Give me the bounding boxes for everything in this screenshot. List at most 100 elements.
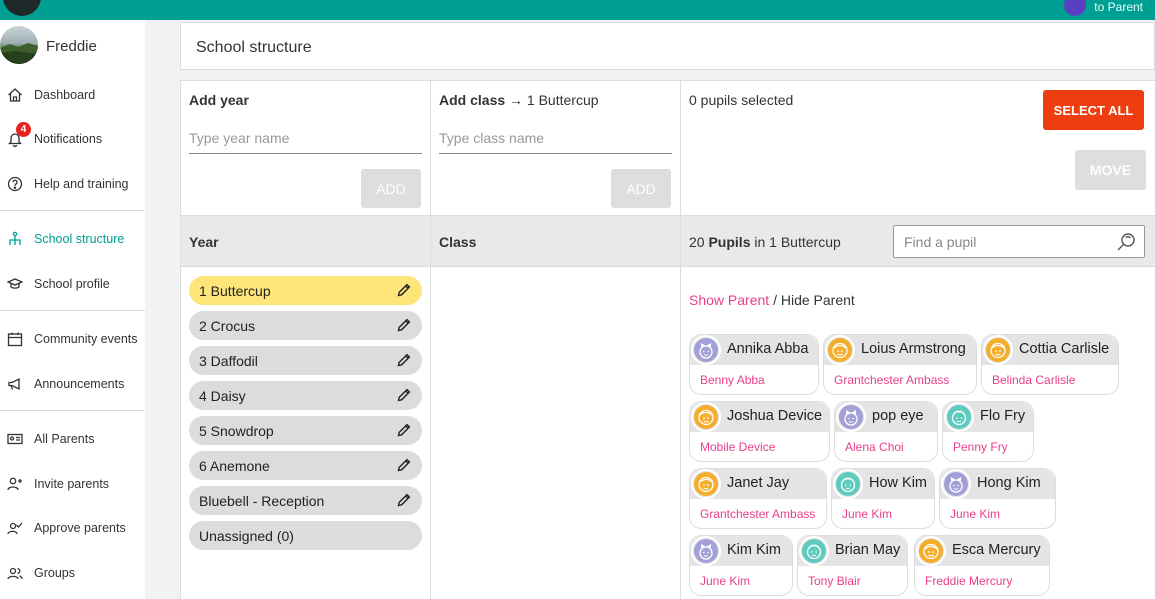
- parent-name-link[interactable]: June Kim: [950, 507, 1000, 521]
- notification-badge: 4: [16, 122, 31, 137]
- sidebar-item-announcements[interactable]: Announcements: [0, 370, 145, 398]
- parent-name-link[interactable]: Alena Choi: [845, 440, 904, 454]
- parent-toggle: Show Parent / Hide Parent: [689, 292, 855, 308]
- year-name: 4 Daisy: [199, 387, 246, 404]
- sidebar-item-label: Approve parents: [34, 521, 126, 535]
- app-logo[interactable]: [3, 0, 41, 16]
- pupil-card[interactable]: Janet Jay Grantchester Ambass: [689, 468, 827, 529]
- year-item[interactable]: 3 Daffodil: [189, 346, 422, 375]
- question-circle-icon: [7, 176, 23, 192]
- year-header-label: Year: [189, 234, 219, 250]
- pupil-name: Flo Fry: [980, 408, 1026, 424]
- parent-name-link[interactable]: Freddie Mercury: [925, 574, 1012, 588]
- pupils-panel: 0 pupils selected SELECT ALL MOVE 20 Pup…: [680, 80, 1155, 599]
- select-all-button[interactable]: SELECT ALL: [1043, 90, 1144, 130]
- year-panel: Add year ADD Year 1 Buttercup 2 Crocus 3 D…: [180, 80, 430, 599]
- year-name-input[interactable]: [189, 123, 422, 154]
- pupils-count: 20 Pupils in 1 Buttercup: [689, 234, 841, 250]
- pupil-name: Kim Kim: [727, 542, 781, 558]
- pupil-card[interactable]: pop eye Alena Choi: [834, 401, 938, 462]
- pupil-card[interactable]: Loius Armstrong Grantchester Ambass: [823, 334, 977, 395]
- id-card-icon: [7, 431, 23, 447]
- arrow-right-icon: →: [509, 92, 524, 108]
- pupils-column-header: 20 Pupils in 1 Buttercup: [681, 216, 1155, 267]
- move-button[interactable]: MOVE: [1075, 150, 1146, 190]
- year-name: 5 Snowdrop: [199, 422, 274, 439]
- add-user-icon: [7, 476, 23, 492]
- year-item[interactable]: 1 Buttercup: [189, 276, 422, 305]
- megaphone-icon: [7, 376, 23, 392]
- parent-name-link[interactable]: Penny Fry: [953, 440, 1008, 454]
- pupil-card[interactable]: Cottia Carlisle Belinda Carlisle: [981, 334, 1119, 395]
- pupil-name: Joshua Device: [727, 408, 823, 424]
- pencil-icon[interactable]: [396, 387, 412, 403]
- sidebar-item-groups[interactable]: Groups: [0, 559, 145, 587]
- year-name: 2 Crocus: [199, 317, 256, 334]
- parent-name-link[interactable]: Grantchester Ambass: [700, 507, 815, 521]
- calendar-icon: [7, 331, 23, 347]
- sidebar-item-label: School structure: [34, 232, 125, 246]
- pupil-card[interactable]: How Kim June Kim: [831, 468, 935, 529]
- parent-name-link[interactable]: Grantchester Ambass: [834, 373, 949, 387]
- parent-name-link[interactable]: June Kim: [842, 507, 892, 521]
- hide-parent-link[interactable]: Hide Parent: [781, 292, 855, 308]
- parent-name-link[interactable]: Belinda Carlisle: [992, 373, 1075, 387]
- selection-section: 0 pupils selected SELECT ALL MOVE: [681, 80, 1155, 216]
- pupil-card[interactable]: Joshua Device Mobile Device: [689, 401, 830, 462]
- pencil-icon[interactable]: [396, 492, 412, 508]
- pupil-card[interactable]: Hong Kim June Kim: [939, 468, 1056, 529]
- sidebar-item-community-events[interactable]: Community events: [0, 325, 145, 353]
- year-name: 6 Anemone: [199, 457, 270, 474]
- add-class-target: 1 Buttercup: [526, 92, 599, 108]
- user-profile[interactable]: Freddie: [0, 26, 145, 66]
- add-year-button[interactable]: ADD: [361, 169, 421, 208]
- year-item[interactable]: 4 Daisy: [189, 381, 422, 410]
- switch-to-parent-button[interactable]: to Parent: [1064, 0, 1143, 16]
- pupil-name: Loius Armstrong: [861, 341, 966, 357]
- pencil-icon[interactable]: [396, 457, 412, 473]
- girl-face-icon: [836, 402, 866, 432]
- sidebar-item-school-structure[interactable]: School structure: [0, 225, 145, 253]
- parent-name-link[interactable]: June Kim: [700, 574, 750, 588]
- pupil-card[interactable]: Kim Kim June Kim: [689, 535, 793, 596]
- pencil-icon[interactable]: [396, 422, 412, 438]
- year-item[interactable]: Unassigned (0): [189, 521, 422, 550]
- year-name: 3 Daffodil: [199, 352, 258, 369]
- pupil-name: Brian May: [835, 542, 901, 558]
- pupil-card[interactable]: Flo Fry Penny Fry: [942, 401, 1034, 462]
- parent-name-link[interactable]: Benny Abba: [700, 373, 765, 387]
- class-header-label: Class: [439, 234, 477, 250]
- class-name-input[interactable]: [439, 123, 672, 154]
- teal-face-icon: [944, 402, 974, 432]
- sidebar-item-label: Invite parents: [34, 477, 110, 491]
- pupil-name: pop eye: [872, 408, 924, 424]
- sidebar-item-help[interactable]: Help and training: [0, 170, 145, 198]
- sidebar-item-all-parents[interactable]: All Parents: [0, 425, 145, 453]
- pupil-card[interactable]: Brian May Tony Blair: [797, 535, 908, 596]
- year-item[interactable]: 6 Anemone: [189, 451, 422, 480]
- girl-face-icon: [941, 469, 971, 499]
- approve-user-icon: [7, 520, 23, 536]
- pupil-card[interactable]: Esca Mercury Freddie Mercury: [914, 535, 1050, 596]
- pencil-icon[interactable]: [396, 352, 412, 368]
- year-item[interactable]: 5 Snowdrop: [189, 416, 422, 445]
- sidebar-item-notifications[interactable]: 4 Notifications: [0, 122, 145, 153]
- sidebar-item-label: Groups: [34, 566, 75, 580]
- year-item[interactable]: Bluebell - Reception: [189, 486, 422, 515]
- parent-name-link[interactable]: Mobile Device: [700, 440, 775, 454]
- class-panel: Add class → 1 Buttercup ADD Class: [430, 80, 680, 599]
- show-parent-link[interactable]: Show Parent: [689, 292, 769, 308]
- pencil-icon[interactable]: [396, 282, 412, 298]
- add-class-button[interactable]: ADD: [611, 169, 671, 208]
- hierarchy-icon: [7, 231, 23, 247]
- sidebar-item-invite-parents[interactable]: Invite parents: [0, 470, 145, 498]
- pupil-card[interactable]: Annika Abba Benny Abba: [689, 334, 819, 395]
- year-item[interactable]: 2 Crocus: [189, 311, 422, 340]
- parent-name-link[interactable]: Tony Blair: [808, 574, 861, 588]
- sidebar-item-dashboard[interactable]: Dashboard: [0, 81, 145, 109]
- search-icon[interactable]: [1116, 232, 1136, 252]
- search-input[interactable]: [904, 232, 1104, 252]
- pencil-icon[interactable]: [396, 317, 412, 333]
- sidebar-item-approve-parents[interactable]: Approve parents: [0, 514, 145, 542]
- sidebar-item-school-profile[interactable]: School profile: [0, 270, 145, 298]
